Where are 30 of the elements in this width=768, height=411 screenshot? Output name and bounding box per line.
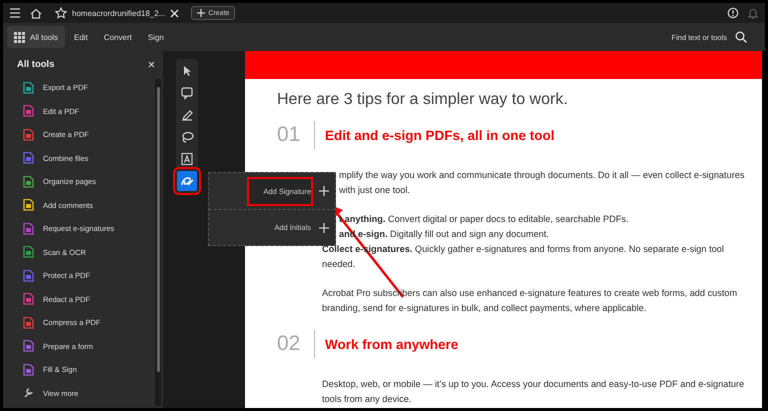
section-title: Edit and e-sign PDFs, all in one tool: [325, 128, 555, 142]
section-number: 01: [277, 122, 302, 148]
panel-title: All tools: [17, 59, 54, 70]
toolbar-tab[interactable]: All tools: [7, 26, 66, 48]
toolbar-tab[interactable]: Sign: [140, 26, 171, 48]
plus-icon: [197, 9, 206, 17]
document-tab-title[interactable]: homeacrordrunified18_2...: [72, 8, 166, 18]
plus-icon: [319, 222, 329, 232]
bell-icon[interactable]: [747, 7, 759, 19]
text-box-icon: [179, 151, 195, 167]
menu-icon[interactable]: [9, 7, 21, 19]
toolbar-tab[interactable]: Edit: [67, 26, 95, 48]
section-title: Work from anywhere: [325, 336, 458, 352]
document-heading: Here are 3 tips for a simpler way to work.: [277, 91, 569, 109]
plus-icon: [319, 186, 329, 196]
paragraph-text: with just one tool.: [339, 184, 411, 197]
search-icon[interactable]: [735, 31, 747, 43]
home-icon[interactable]: [29, 7, 43, 19]
section-number: 02: [277, 331, 302, 357]
paragraph-text: Desktop, web, or mobile — it’s up to you. Access your documents and easy-to-use PDF and e-signature tools from any device.: [322, 378, 746, 406]
star-icon[interactable]: [55, 7, 67, 19]
help-icon[interactable]: [727, 7, 739, 19]
close-icon[interactable]: [148, 61, 155, 68]
wrench-icon: [23, 387, 34, 400]
toolbar-tab[interactable]: Convert: [96, 26, 139, 48]
paragraph-text: mplify the way you work and communicate through documents. Do it all — even collect e-signatures: [339, 169, 746, 182]
close-icon[interactable]: [170, 8, 180, 18]
grid-icon: [14, 32, 25, 42]
comment-icon: [179, 85, 195, 101]
tool-button[interactable]: [177, 171, 197, 191]
